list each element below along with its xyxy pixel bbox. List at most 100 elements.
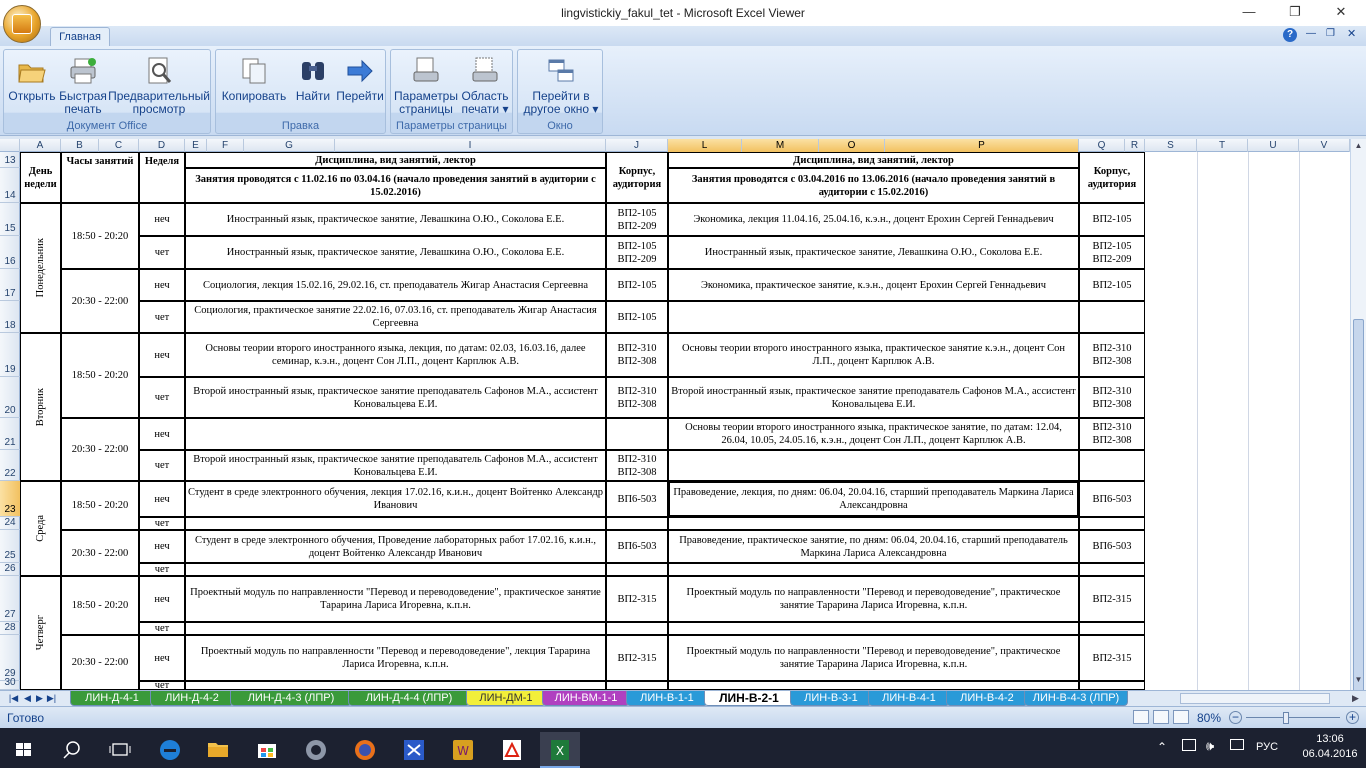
room-cell-2[interactable]: ВП6-503 bbox=[1079, 530, 1145, 563]
sheet-tab[interactable]: ЛИН-ВМ-1-1 bbox=[542, 691, 630, 706]
discipline-cell-2[interactable]: Основы теории второго иностранного языка… bbox=[668, 333, 1079, 377]
settings-gear-icon[interactable] bbox=[296, 732, 336, 768]
next-sheet-icon[interactable]: ▶ bbox=[34, 692, 45, 705]
discipline-cell[interactable]: Иностранный язык, практическое занятие, … bbox=[185, 203, 606, 236]
scroll-right-icon[interactable]: ▶ bbox=[1350, 692, 1361, 705]
clock-date[interactable]: 06.04.2016 bbox=[1296, 748, 1364, 760]
room-cell-2[interactable]: ВП2-105 ВП2-209 bbox=[1079, 236, 1145, 269]
room-cell[interactable]: ВП2-105 ВП2-209 bbox=[606, 203, 668, 236]
discipline-cell[interactable]: Социология, практическое занятие 22.02.1… bbox=[185, 301, 606, 333]
week-cell[interactable]: чет bbox=[139, 377, 185, 418]
discipline-cell-2[interactable] bbox=[668, 517, 1079, 530]
room-cell[interactable]: ВП2-315 bbox=[606, 576, 668, 622]
excel-viewer-icon[interactable]: X bbox=[540, 732, 580, 768]
room-cell[interactable] bbox=[606, 622, 668, 635]
scroll-down-icon[interactable]: ▼ bbox=[1353, 675, 1364, 686]
sheet-tab[interactable]: ЛИН-В-4-3 (ЛПР) bbox=[1024, 691, 1128, 706]
week-cell[interactable]: неч bbox=[139, 530, 185, 563]
store-icon[interactable] bbox=[247, 732, 287, 768]
task-view-icon[interactable] bbox=[100, 732, 140, 768]
winrar-icon[interactable]: W bbox=[443, 732, 483, 768]
time-cell[interactable]: 18:50 - 20:20 bbox=[61, 576, 139, 635]
room-cell-2[interactable]: ВП2-315 bbox=[1079, 635, 1145, 681]
sheet-tab[interactable]: ЛИН-В-1-1 bbox=[626, 691, 708, 706]
zoom-level[interactable]: 80% bbox=[1197, 711, 1221, 725]
column-header[interactable]: Q bbox=[1079, 139, 1125, 152]
discipline-cell-2[interactable] bbox=[668, 301, 1079, 333]
copy-button[interactable]: Копировать bbox=[218, 53, 290, 117]
week-cell[interactable]: чет bbox=[139, 622, 185, 635]
room-cell[interactable] bbox=[606, 517, 668, 530]
time-cell[interactable]: 18:50 - 20:20 bbox=[61, 203, 139, 269]
discipline-cell-2[interactable] bbox=[668, 681, 1079, 690]
column-header[interactable]: E bbox=[185, 139, 207, 152]
discipline-cell-2[interactable] bbox=[668, 622, 1079, 635]
week-cell[interactable]: неч bbox=[139, 203, 185, 236]
header-week[interactable]: Неделя bbox=[139, 152, 185, 203]
page-layout-icon[interactable] bbox=[1153, 710, 1169, 724]
room-cell[interactable]: ВП6-503 bbox=[606, 530, 668, 563]
room-cell-2[interactable] bbox=[1079, 681, 1145, 690]
day-cell[interactable]: Вторник bbox=[20, 333, 61, 481]
close-button[interactable]: ✕ bbox=[1318, 0, 1364, 26]
sheet-tab[interactable]: ЛИН-Д-4-3 (ЛПР) bbox=[230, 691, 352, 706]
room-cell-2[interactable]: ВП2-310 ВП2-308 bbox=[1079, 333, 1145, 377]
zoom-slider[interactable] bbox=[1246, 717, 1340, 718]
spreadsheet-grid[interactable]: A B C D E F G I J L M O P Q R S T U V 13… bbox=[0, 139, 1350, 690]
time-cell[interactable]: 20:30 - 22:00 bbox=[61, 269, 139, 333]
discipline-cell[interactable]: Иностранный язык, практическое занятие, … bbox=[185, 236, 606, 269]
discipline-cell[interactable]: Второй иностранный язык, практическое за… bbox=[185, 450, 606, 481]
room-cell-2[interactable] bbox=[1079, 517, 1145, 530]
discipline-cell-2[interactable]: Экономика, практическое занятие, к.э.н.,… bbox=[668, 269, 1079, 301]
time-cell[interactable]: 20:30 - 22:00 bbox=[61, 530, 139, 576]
header-room-2[interactable]: Корпус, аудитория bbox=[1079, 152, 1145, 203]
print-area-button[interactable]: Область печати ▾ bbox=[459, 53, 511, 117]
discipline-cell[interactable]: Второй иностранный язык, практическое за… bbox=[185, 377, 606, 418]
column-header[interactable]: O bbox=[819, 139, 885, 152]
column-header[interactable]: F bbox=[207, 139, 244, 152]
header-discipline-2[interactable]: Дисциплина, вид занятий, лектор bbox=[668, 152, 1079, 168]
discipline-cell[interactable]: Социология, лекция 15.02.16, 29.02.16, с… bbox=[185, 269, 606, 301]
goto-button[interactable]: Перейти bbox=[336, 53, 384, 117]
discipline-cell-2[interactable]: Проектный модуль по направленности "Пере… bbox=[668, 576, 1079, 622]
switch-window-button[interactable]: Перейти в другое окно ▾ bbox=[520, 53, 602, 117]
week-cell[interactable]: чет bbox=[139, 563, 185, 576]
open-button[interactable]: Открыть bbox=[6, 53, 58, 117]
discipline-cell-2[interactable]: Экономика, лекция 11.04.16, 25.04.16, к.… bbox=[668, 203, 1079, 236]
office-button[interactable] bbox=[3, 5, 41, 43]
sheet-tab-active[interactable]: ЛИН-В-2-1 bbox=[704, 691, 794, 706]
room-cell[interactable]: ВП2-105 bbox=[606, 301, 668, 333]
column-header[interactable]: C bbox=[99, 139, 139, 152]
sheet-tab[interactable]: ЛИН-ДМ-1 bbox=[466, 691, 546, 706]
room-cell[interactable]: ВП6-503 bbox=[606, 481, 668, 517]
zoom-in-icon[interactable]: + bbox=[1346, 711, 1359, 724]
week-cell[interactable]: неч bbox=[139, 269, 185, 301]
discipline-cell-2[interactable]: Правоведение, практическое занятие, по д… bbox=[668, 530, 1079, 563]
discipline-cell-2[interactable]: Проектный модуль по направленности "Пере… bbox=[668, 635, 1079, 681]
file-explorer-icon[interactable] bbox=[198, 732, 238, 768]
column-header[interactable]: T bbox=[1197, 139, 1248, 152]
ribbon-close-icon[interactable]: ✕ bbox=[1347, 27, 1356, 40]
header-period-1[interactable]: Занятия проводятся с 11.02.16 по 03.04.1… bbox=[185, 168, 606, 203]
time-cell[interactable]: 20:30 - 22:00 bbox=[61, 635, 139, 690]
language-indicator[interactable]: РУС bbox=[1256, 741, 1278, 753]
discipline-cell[interactable]: Студент в среде электронного обучения, П… bbox=[185, 530, 606, 563]
discipline-cell[interactable] bbox=[185, 622, 606, 635]
column-header[interactable]: S bbox=[1145, 139, 1197, 152]
horizontal-scrollbar[interactable] bbox=[1180, 693, 1330, 704]
column-header[interactable]: J bbox=[606, 139, 668, 152]
discipline-cell[interactable]: Основы теории второго иностранного языка… bbox=[185, 333, 606, 377]
sheet-tab[interactable]: ЛИН-Д-4-4 (ЛПР) bbox=[348, 691, 470, 706]
room-cell[interactable]: ВП2-310 ВП2-308 bbox=[606, 333, 668, 377]
column-header[interactable]: I bbox=[335, 139, 606, 152]
week-cell[interactable]: чет bbox=[139, 301, 185, 333]
header-day[interactable]: День недели bbox=[20, 152, 61, 203]
sheet-tab[interactable]: ЛИН-В-4-2 bbox=[946, 691, 1028, 706]
column-header[interactable]: U bbox=[1248, 139, 1299, 152]
header-discipline[interactable]: Дисциплина, вид занятий, лектор bbox=[185, 152, 606, 168]
visual-studio-icon[interactable] bbox=[394, 732, 434, 768]
week-cell[interactable]: неч bbox=[139, 333, 185, 377]
discipline-cell-2[interactable] bbox=[668, 563, 1079, 576]
zoom-out-icon[interactable]: − bbox=[1229, 711, 1242, 724]
find-button[interactable]: Найти bbox=[290, 53, 336, 117]
